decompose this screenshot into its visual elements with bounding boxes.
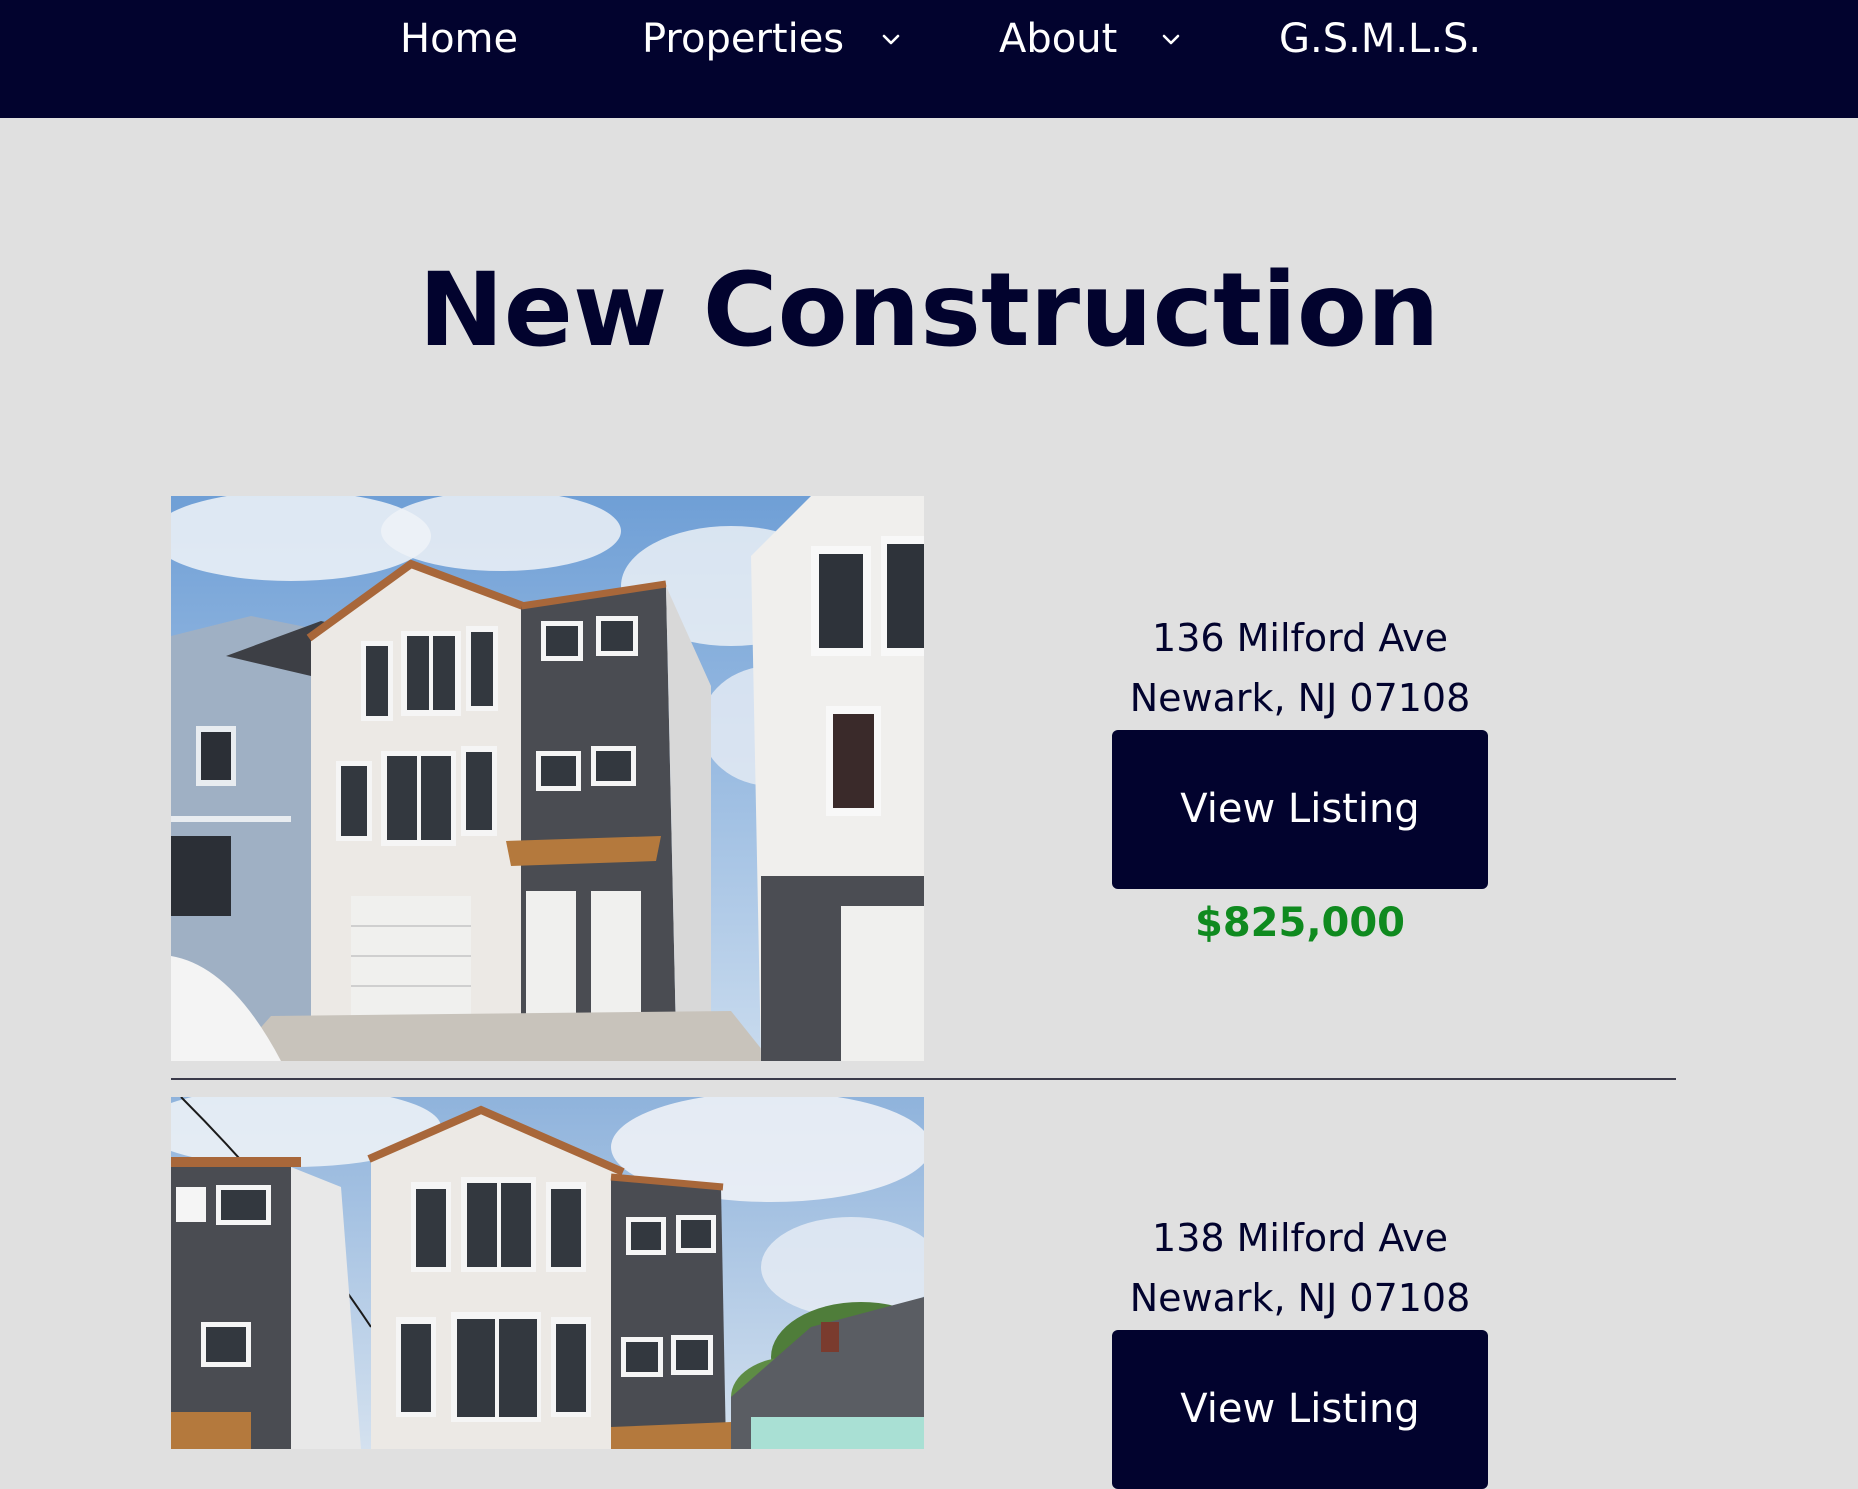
listing-price: $825,000 [1194, 900, 1406, 946]
page-title: New Construction [418, 251, 1440, 370]
view-listing-button[interactable]: View Listing [1112, 730, 1488, 889]
listing-address-line1: 138 Milford Ave [1152, 1216, 1448, 1260]
listing-info: 136 Milford Ave Newark, NJ 07108 View Li… [1050, 608, 1550, 953]
chevron-down-icon[interactable] [878, 26, 904, 52]
listing-photo[interactable] [171, 496, 924, 1061]
nav-item-gsmls[interactable]: G.S.M.L.S. [1279, 14, 1481, 64]
nav-item-home[interactable]: Home [400, 14, 518, 64]
listing-address-line2: Newark, NJ 07108 [1129, 676, 1471, 720]
listing-info: 138 Milford Ave Newark, NJ 07108 View Li… [1050, 1208, 1550, 1489]
listing-photo[interactable] [171, 1097, 924, 1449]
nav-item-about[interactable]: About [999, 14, 1117, 64]
view-listing-button[interactable]: View Listing [1112, 1330, 1488, 1489]
listing-address-line2: Newark, NJ 07108 [1129, 1276, 1471, 1320]
listing-divider [171, 1078, 1676, 1080]
nav-item-properties[interactable]: Properties [642, 14, 844, 64]
listing-address-line1: 136 Milford Ave [1152, 616, 1448, 660]
top-nav: Home Properties About G.S.M.L.S. [0, 0, 1858, 118]
chevron-down-icon[interactable] [1158, 26, 1184, 52]
